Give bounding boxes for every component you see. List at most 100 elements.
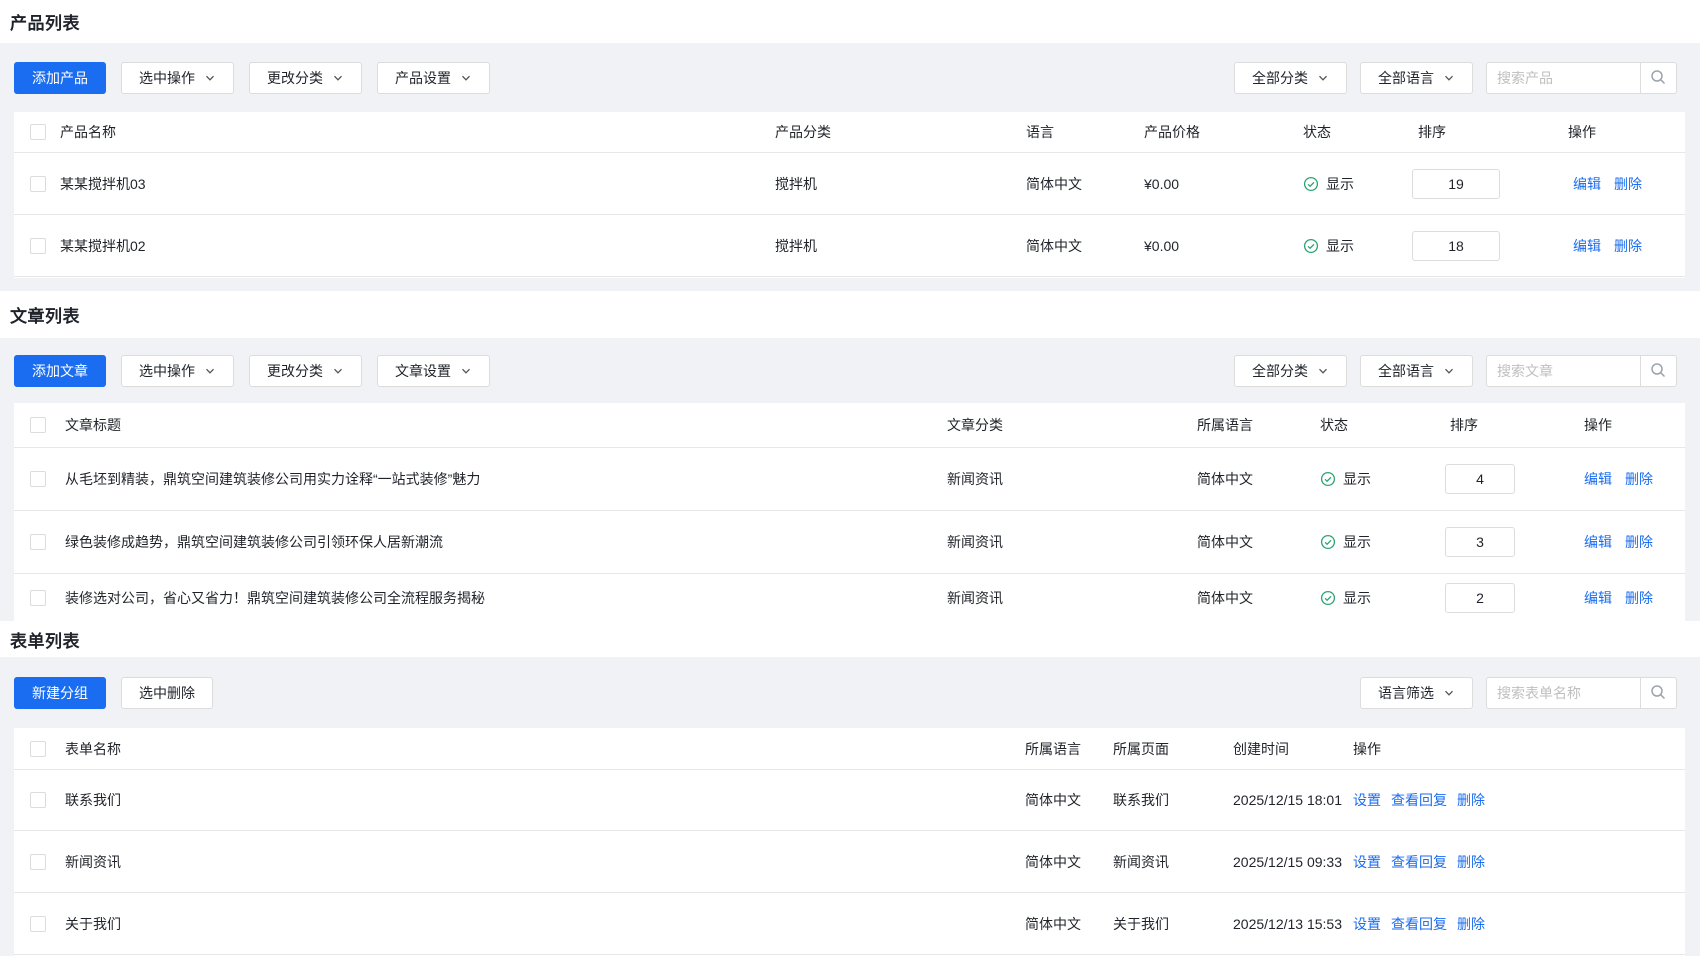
edit-link[interactable]: 编辑 [1584,469,1612,489]
select-all-checkbox[interactable] [30,124,46,140]
form-language-filter-select[interactable]: 语言筛选 [1360,677,1473,709]
select-all-checkbox[interactable] [30,741,46,757]
status-badge: 显示 [1320,588,1371,608]
settings-link[interactable]: 设置 [1353,914,1381,934]
form-search [1486,677,1677,709]
products-toolbar-zone: 添加产品 选中操作 更改分类 产品设置 全部分类 全部语言 [0,43,1700,112]
row-checkbox[interactable] [30,238,46,254]
product-category: 搅拌机 [775,236,817,256]
article-search-button[interactable] [1640,355,1677,387]
forms-page-title: 表单列表 [10,627,80,652]
table-row: 从毛坯到精装，鼎筑空间建筑装修公司用实力诠释“一站式装修”魅力 新闻资讯 简体中… [14,448,1685,511]
product-price: ¥0.00 [1144,176,1179,192]
view-replies-link[interactable]: 查看回复 [1391,914,1447,934]
product-settings-dropdown[interactable]: 产品设置 [377,62,490,94]
form-created-time: 2025/12/15 09:33 [1233,854,1342,870]
delete-link[interactable]: 删除 [1625,588,1653,608]
product-search-input[interactable] [1486,62,1641,94]
add-article-button[interactable]: 添加文章 [14,355,106,387]
forms-table: 表单名称 所属语言 所属页面 创建时间 操作 联系我们 简体中文 联系我们 20… [14,728,1685,956]
delete-link[interactable]: 删除 [1625,532,1653,552]
settings-link[interactable]: 设置 [1353,790,1381,810]
article-title: 绿色装修成趋势，鼎筑空间建筑装修公司引领环保人居新潮流 [65,532,443,552]
articles-table-header-row: 文章标题 文章分类 所属语言 状态 排序 操作 [14,403,1685,448]
article-change-category-dropdown[interactable]: 更改分类 [249,355,362,387]
chevron-down-icon [1317,72,1329,84]
delete-link[interactable]: 删除 [1457,790,1485,810]
product-language-filter-select[interactable]: 全部语言 [1360,62,1473,94]
products-title-bar: 产品列表 [0,0,1700,43]
chevron-down-icon [332,72,344,84]
col-header-article-title: 文章标题 [65,415,121,435]
settings-link[interactable]: 设置 [1353,852,1381,872]
row-checkbox[interactable] [30,854,46,870]
new-group-button[interactable]: 新建分组 [14,677,106,709]
view-replies-link[interactable]: 查看回复 [1391,790,1447,810]
chevron-down-icon [460,72,472,84]
products-table: 产品名称 产品分类 语言 产品价格 状态 排序 操作 某某搅拌机03 搅拌机 简… [14,112,1685,278]
form-language: 简体中文 [1025,852,1081,872]
article-category-filter-select[interactable]: 全部分类 [1234,355,1347,387]
edit-link[interactable]: 编辑 [1584,588,1612,608]
chevron-down-icon [460,365,472,377]
articles-page-title: 文章列表 [10,302,80,327]
delete-link[interactable]: 删除 [1614,236,1642,256]
article-title: 从毛坯到精装，鼎筑空间建筑装修公司用实力诠释“一站式装修”魅力 [65,469,480,489]
col-header-price: 产品价格 [1144,122,1200,142]
row-checkbox[interactable] [30,590,46,606]
chevron-down-icon [204,365,216,377]
delete-link[interactable]: 删除 [1457,852,1485,872]
edit-link[interactable]: 编辑 [1573,174,1601,194]
product-search-button[interactable] [1640,62,1677,94]
select-all-checkbox[interactable] [30,417,46,433]
article-language-filter-select[interactable]: 全部语言 [1360,355,1473,387]
form-name: 联系我们 [65,790,121,810]
delete-selected-button[interactable]: 选中删除 [121,677,213,709]
row-checkbox[interactable] [30,792,46,808]
sort-order-input[interactable] [1445,464,1515,494]
form-name: 关于我们 [65,914,121,934]
delete-link[interactable]: 删除 [1625,469,1653,489]
row-checkbox[interactable] [30,471,46,487]
row-checkbox[interactable] [30,534,46,550]
delete-link[interactable]: 删除 [1457,914,1485,934]
product-price: ¥0.00 [1144,238,1179,254]
product-category-filter-select[interactable]: 全部分类 [1234,62,1347,94]
table-row: 装修选对公司，省心又省力！鼎筑空间建筑装修公司全流程服务揭秘 新闻资讯 简体中文… [14,574,1685,621]
row-checkbox[interactable] [30,916,46,932]
form-language: 简体中文 [1025,790,1081,810]
form-search-button[interactable] [1640,677,1677,709]
forms-toolbar-zone: 新建分组 选中删除 语言筛选 [0,657,1700,728]
check-circle-icon [1320,590,1336,606]
row-checkbox[interactable] [30,176,46,192]
articles-table: 文章标题 文章分类 所属语言 状态 排序 操作 从毛坯到精装，鼎筑空间建筑装修公… [14,403,1685,621]
forms-table-header-row: 表单名称 所属语言 所属页面 创建时间 操作 [14,728,1685,770]
product-language: 简体中文 [1026,174,1082,194]
sort-order-input[interactable] [1412,169,1500,199]
article-search-input[interactable] [1486,355,1641,387]
article-selected-actions-dropdown[interactable]: 选中操作 [121,355,234,387]
article-category: 新闻资讯 [947,532,1003,552]
form-created-time: 2025/12/13 15:53 [1233,916,1342,932]
form-created-time: 2025/12/15 18:01 [1233,792,1342,808]
article-title: 装修选对公司，省心又省力！鼎筑空间建筑装修公司全流程服务揭秘 [65,588,485,608]
product-change-category-dropdown[interactable]: 更改分类 [249,62,362,94]
add-product-button[interactable]: 添加产品 [14,62,106,94]
col-header-product-category: 产品分类 [775,122,831,142]
sort-order-input[interactable] [1445,583,1515,613]
product-selected-actions-dropdown[interactable]: 选中操作 [121,62,234,94]
form-search-input[interactable] [1486,677,1641,709]
sort-order-input[interactable] [1445,527,1515,557]
sort-order-input[interactable] [1412,231,1500,261]
product-name: 某某搅拌机03 [60,174,146,194]
article-settings-dropdown[interactable]: 文章设置 [377,355,490,387]
delete-link[interactable]: 删除 [1614,174,1642,194]
col-header-product-name: 产品名称 [60,122,116,142]
edit-link[interactable]: 编辑 [1573,236,1601,256]
edit-link[interactable]: 编辑 [1584,532,1612,552]
view-replies-link[interactable]: 查看回复 [1391,852,1447,872]
status-badge: 显示 [1303,174,1354,194]
product-search [1486,62,1677,94]
col-header-status: 状态 [1320,415,1348,435]
check-circle-icon [1320,471,1336,487]
